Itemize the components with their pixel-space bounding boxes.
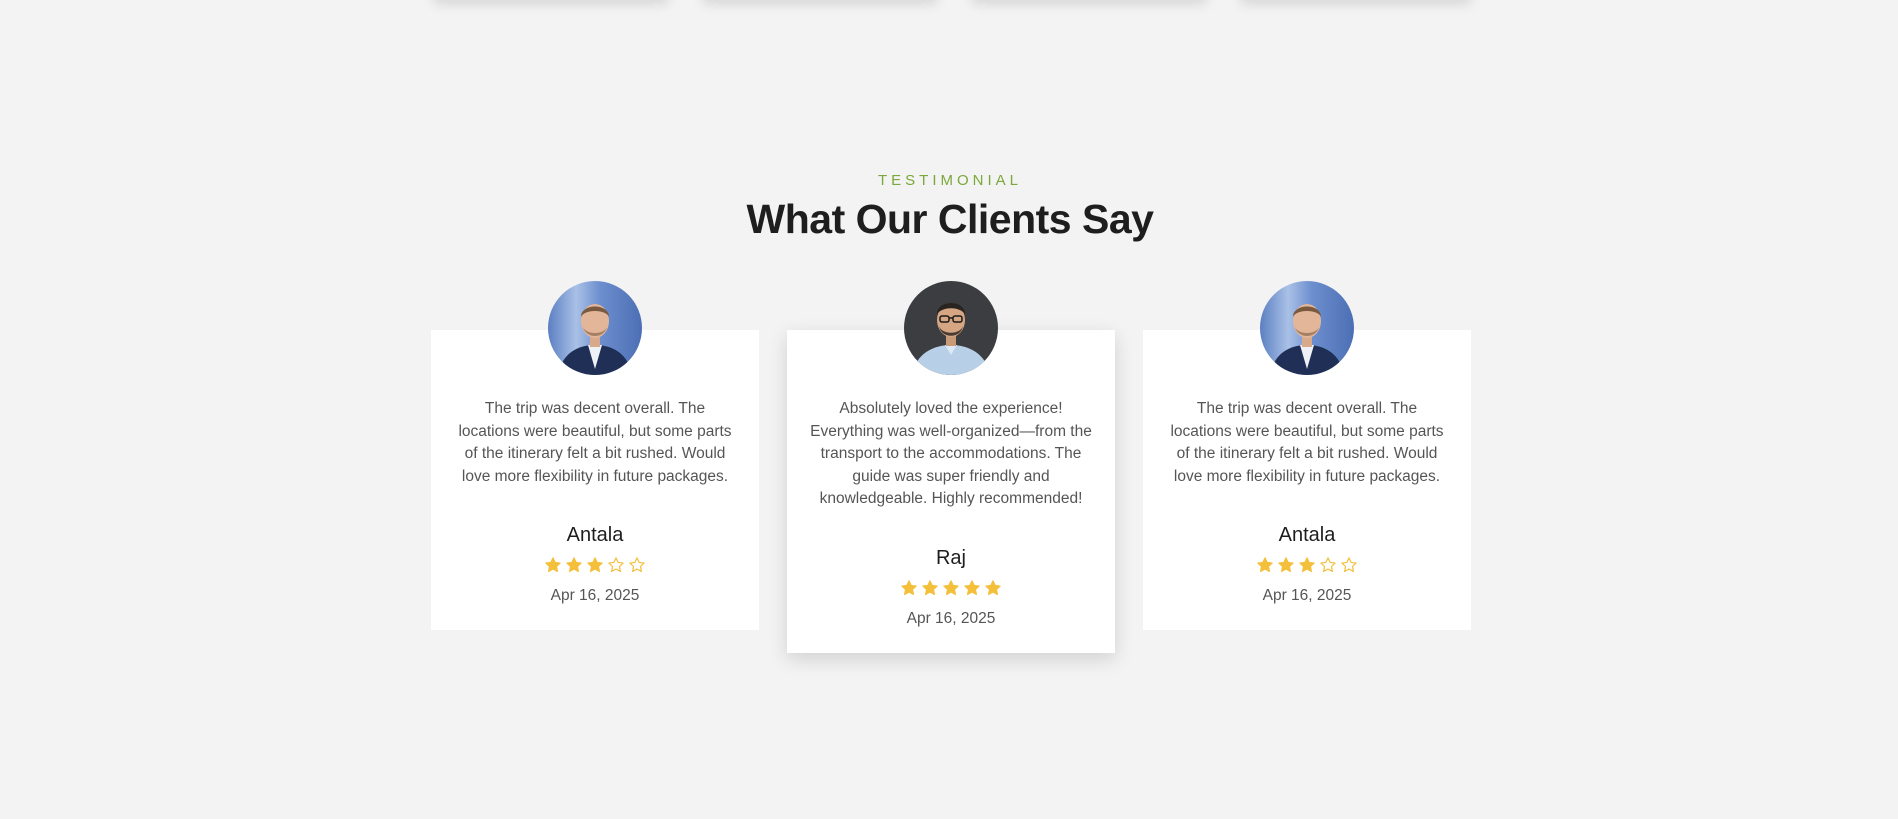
star-filled-icon <box>942 579 960 597</box>
man-with-glasses-avatar <box>904 281 998 375</box>
star-filled-icon <box>565 556 583 574</box>
star-outline-icon <box>607 556 625 574</box>
star-filled-icon <box>963 579 981 597</box>
section-eyebrow: TESTIMONIAL <box>877 172 1022 189</box>
section-title: What Our Clients Say <box>746 196 1154 242</box>
star-rating <box>1143 556 1471 574</box>
review-text: The trip was decent overall. The locatio… <box>1170 400 1444 485</box>
star-outline-icon <box>1340 556 1358 574</box>
reviewer-name: Antala <box>1278 524 1336 546</box>
testimonial-card: The trip was decent overall. The locatio… <box>1143 281 1471 630</box>
review-date: Apr 16, 2025 <box>906 610 996 627</box>
star-rating <box>787 579 1115 597</box>
review-date: Apr 16, 2025 <box>1262 587 1352 604</box>
star-outline-icon <box>628 556 646 574</box>
star-rating <box>431 556 759 574</box>
avatar-icon <box>904 281 998 375</box>
star-filled-icon <box>1298 556 1316 574</box>
star-filled-icon <box>984 579 1002 597</box>
star-filled-icon <box>1256 556 1274 574</box>
star-outline-icon <box>1319 556 1337 574</box>
star-filled-icon <box>1277 556 1295 574</box>
review-date: Apr 16, 2025 <box>550 587 640 604</box>
star-filled-icon <box>586 556 604 574</box>
man-in-navy-suit-avatar <box>548 281 642 375</box>
star-filled-icon <box>921 579 939 597</box>
testimonial-page: TESTIMONIAL What Our Clients Say The tri… <box>0 0 1898 819</box>
star-filled-icon <box>900 579 918 597</box>
reviewer-name: Antala <box>566 524 624 546</box>
star-filled-icon <box>544 556 562 574</box>
avatar-icon <box>1260 281 1354 375</box>
reviewer-name: Raj <box>935 547 966 569</box>
testimonial-card: The trip was decent overall. The locatio… <box>431 281 759 630</box>
review-text: The trip was decent overall. The locatio… <box>458 400 732 485</box>
man-in-navy-suit-avatar <box>1260 281 1354 375</box>
avatar-icon <box>548 281 642 375</box>
review-text: Absolutely loved the experience! Everyth… <box>810 400 1092 507</box>
testimonial-card: Absolutely loved the experience! Everyth… <box>787 281 1115 653</box>
